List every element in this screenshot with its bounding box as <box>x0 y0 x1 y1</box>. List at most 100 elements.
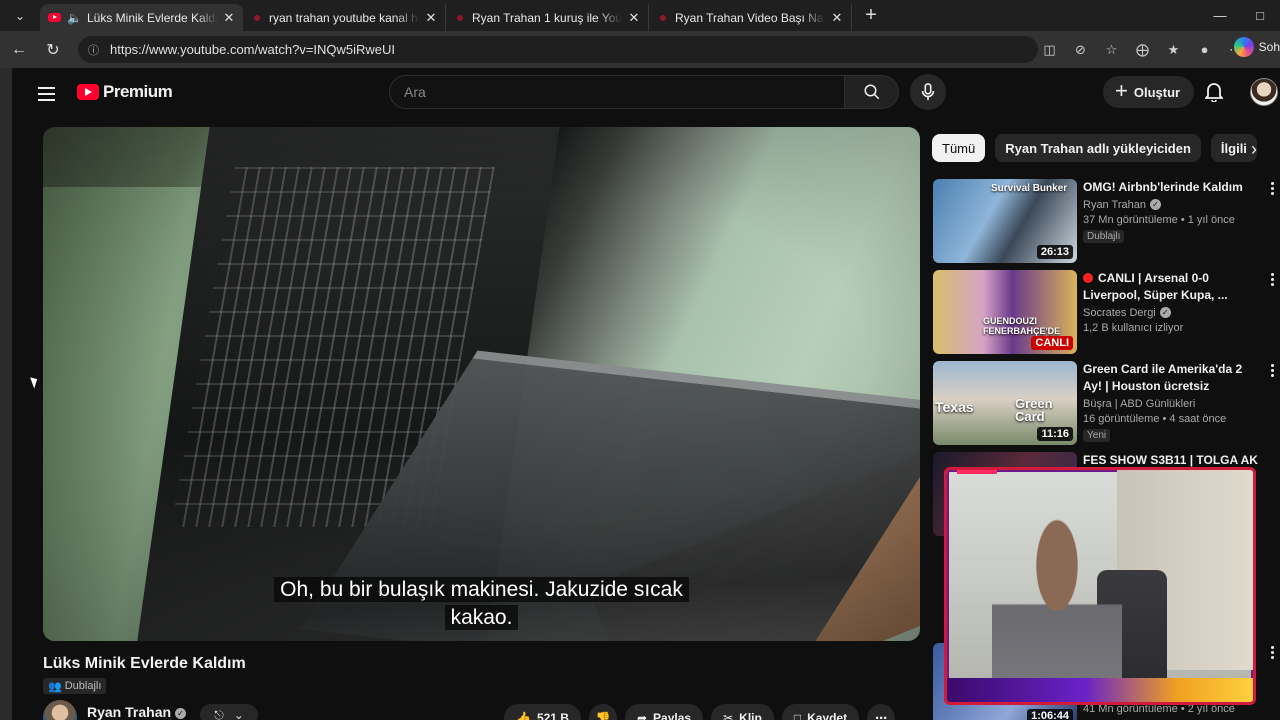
recommended-video-info: CANLI | Arsenal 0-0 Liverpool, Süper Kup… <box>1083 270 1258 334</box>
tab-title: Lüks Minik Evlerde Kaldım - Y <box>87 10 217 25</box>
chip-from-uploader[interactable]: Ryan Trahan adlı yükleyiciden <box>995 134 1201 162</box>
url-field[interactable]: ⓘ https://www.youtube.com/watch?v=INQw5i… <box>78 36 1038 63</box>
video-actions: 👍 521 B 👎 ➦ Paylaş ✂ Klip □ Kaydet ⋯ <box>504 704 896 720</box>
plus-icon: + <box>1115 78 1128 103</box>
logo-text: Premium <box>103 82 173 101</box>
search-input[interactable]: Ara <box>389 75 845 109</box>
close-tab-icon[interactable]: ✕ <box>221 10 237 26</box>
account-avatar[interactable] <box>1250 78 1278 106</box>
recommended-title[interactable]: CANLI | Arsenal 0-0 Liverpool, Süper Kup… <box>1083 270 1258 304</box>
thumbnail-text: GUENDOUZI FENERBAHÇE'DE <box>983 316 1061 336</box>
video-duration: 1:06:44 <box>1027 709 1073 720</box>
share-label: Paylaş <box>653 711 692 720</box>
recommended-video[interactable]: Texas Green Card 11:16 Green Card ile Am… <box>933 361 1278 447</box>
more-vertical-icon[interactable] <box>1266 361 1278 379</box>
like-count: 521 B <box>536 711 569 720</box>
close-tab-icon[interactable]: ✕ <box>829 10 845 26</box>
recommended-title[interactable]: Green Card ile Amerika'da 2 Ay! | Housto… <box>1083 361 1258 395</box>
more-horizontal-icon: ⋯ <box>875 711 888 720</box>
extensions-icon[interactable]: ⨁ <box>1129 37 1156 62</box>
chip-all[interactable]: Tümü <box>932 134 986 162</box>
back-arrow-icon[interactable]: ← <box>4 35 34 65</box>
channel-avatar[interactable] <box>43 700 77 720</box>
tab-title: ryan trahan youtube kanal hikayesi <box>269 10 419 25</box>
clip-label: Klip <box>739 711 762 720</box>
live-dot-icon <box>1083 273 1093 283</box>
share-arrow-icon: ➦ <box>636 711 648 720</box>
channel-name-text: Ryan Trahan <box>87 704 172 720</box>
favorite-star-icon[interactable]: ☆ <box>1098 37 1125 62</box>
video-thumbnail[interactable]: GUENDOUZI FENERBAHÇE'DE CANLI <box>933 270 1077 354</box>
copilot-icon <box>1233 37 1254 57</box>
browser-tab-strip: ⌄ 🔈 Lüks Minik Evlerde Kaldım - Y ✕ ryan… <box>0 0 1280 31</box>
like-button[interactable]: 👍 521 B <box>504 704 581 720</box>
minimize-icon[interactable]: — <box>1200 0 1240 31</box>
tracking-prevention-icon[interactable]: ⊘ <box>1067 37 1094 62</box>
subscription-bell-button[interactable]: ⎋ ⌄ <box>200 704 258 720</box>
subtitle-line-1: Oh, bu bir bulaşık makinesi. Jakuzide sı… <box>274 577 689 602</box>
new-badge: Yeni <box>1083 429 1111 442</box>
dubbed-badge: Dublajlı <box>1083 230 1125 243</box>
reload-icon[interactable]: ↻ <box>38 35 68 65</box>
address-bar-icons: ◫ ⊘ ☆ ⨁ ★ ● ⋯ <box>1036 37 1249 62</box>
new-tab-button[interactable]: + <box>856 4 886 27</box>
thumbnail-text: Green Card <box>1015 396 1053 424</box>
browser-tab[interactable]: ryan trahan youtube kanal hikayesi ✕ <box>243 4 446 31</box>
notifications-button[interactable] <box>1202 80 1226 104</box>
search-icon <box>864 84 879 100</box>
video-player[interactable]: Oh, bu bir bulaşık makinesi. Jakuzide sı… <box>43 127 920 641</box>
bell-icon: ⎋ <box>214 707 224 720</box>
browser-tab[interactable]: Ryan Trahan Video Başı Nasıl 25,4 ✕ <box>649 4 852 31</box>
menu-hamburger-icon[interactable] <box>38 82 62 106</box>
more-actions-button[interactable]: ⋯ <box>867 704 896 720</box>
live-badge: CANLI <box>1031 336 1073 350</box>
youtube-favicon-icon <box>254 14 260 21</box>
create-button[interactable]: + Oluştur <box>1103 76 1195 108</box>
recommended-video[interactable]: Survival Bunker 26:13 OMG! Airbnb'lerind… <box>933 179 1278 265</box>
chevron-right-icon[interactable]: › <box>1240 138 1268 160</box>
copilot-button[interactable]: Soh <box>1233 37 1280 57</box>
microphone-icon <box>921 83 935 101</box>
left-edge-strip <box>0 68 12 720</box>
share-button[interactable]: ➦ Paylaş <box>624 704 704 720</box>
recommended-channel[interactable]: Ryan Trahan ✓ <box>1083 199 1258 211</box>
speaker-icon[interactable]: 🔈 <box>67 11 82 25</box>
apps-icon[interactable]: ◫ <box>1036 37 1063 62</box>
youtube-premium-logo[interactable]: Premium <box>77 82 173 102</box>
url-text: https://www.youtube.com/watch?v=INQw5iRw… <box>110 42 396 57</box>
voice-search-button[interactable] <box>910 74 946 110</box>
more-vertical-icon[interactable] <box>1266 270 1278 288</box>
browser-tab[interactable]: Ryan Trahan 1 kuruş ile YouTube'u ✕ <box>446 4 649 31</box>
tab-list-dropdown-icon[interactable]: ⌄ <box>0 0 40 31</box>
tab-title: Ryan Trahan Video Başı Nasıl 25,4 <box>675 10 825 25</box>
clip-button[interactable]: ✂ Klip <box>711 704 774 720</box>
site-info-icon[interactable]: ⓘ <box>88 42 102 58</box>
recommended-title[interactable]: OMG! Airbnb'lerinde Kaldım <box>1083 179 1258 196</box>
recommended-video-info: OMG! Airbnb'lerinde Kaldım Ryan Trahan ✓ … <box>1083 179 1258 244</box>
save-label: Kaydet <box>807 711 848 720</box>
recommended-video-info: Green Card ile Amerika'da 2 Ay! | Housto… <box>1083 361 1258 443</box>
maximize-icon[interactable]: □ <box>1240 0 1280 31</box>
copilot-label: Soh <box>1258 40 1280 54</box>
recommended-channel[interactable]: Socrates Dergi ✓ <box>1083 307 1258 319</box>
recommended-video[interactable]: GUENDOUZI FENERBAHÇE'DE CANLI CANLI | Ar… <box>933 270 1278 356</box>
tab-title: Ryan Trahan 1 kuruş ile YouTube'u <box>472 10 622 25</box>
scissors-icon: ✂ <box>723 711 734 720</box>
save-button[interactable]: □ Kaydet <box>781 704 860 720</box>
more-vertical-icon[interactable] <box>1266 179 1278 197</box>
search-button[interactable] <box>845 75 899 109</box>
browser-tab-active[interactable]: 🔈 Lüks Minik Evlerde Kaldım - Y ✕ <box>40 4 243 31</box>
channel-name[interactable]: Ryan Trahan ✓ <box>87 704 187 720</box>
recommended-channel[interactable]: Büşra | ABD Günlükleri <box>1083 398 1258 410</box>
close-tab-icon[interactable]: ✕ <box>626 10 642 26</box>
favorites-icon[interactable]: ★ <box>1160 37 1187 62</box>
thumbs-down-icon: 👎 <box>595 711 611 720</box>
address-toolbar: ← ↻ ⓘ https://www.youtube.com/watch?v=IN… <box>0 31 1280 68</box>
verified-check-icon: ✓ <box>175 708 187 719</box>
profile-icon[interactable]: ● <box>1191 37 1218 62</box>
more-vertical-icon[interactable] <box>1266 643 1278 661</box>
close-tab-icon[interactable]: ✕ <box>423 10 439 26</box>
dislike-button[interactable]: 👎 <box>588 704 617 720</box>
video-thumbnail[interactable]: Survival Bunker 26:13 <box>933 179 1077 263</box>
video-thumbnail[interactable]: Texas Green Card 11:16 <box>933 361 1077 445</box>
